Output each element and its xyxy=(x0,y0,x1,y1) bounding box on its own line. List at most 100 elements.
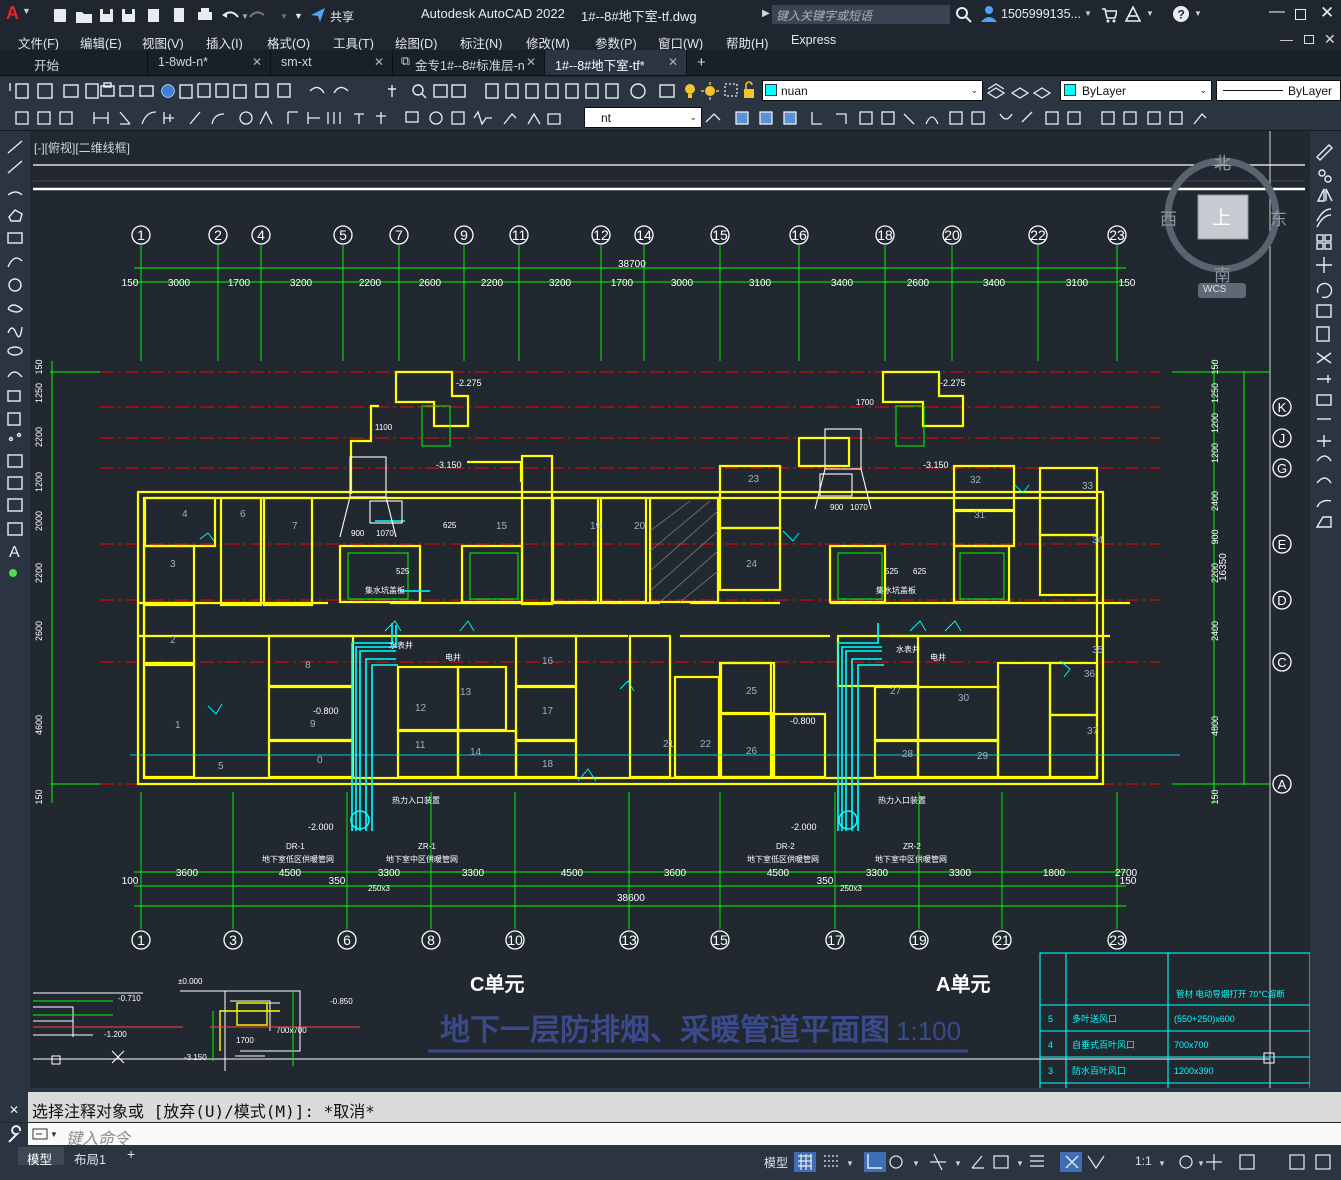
search-expand-icon[interactable]: ▶ xyxy=(762,8,770,19)
svg-text:900: 900 xyxy=(830,503,844,512)
tab-1-8wd-n[interactable]: 1-8wd-n* ✕ xyxy=(148,50,271,75)
viewcube[interactable]: 北 南 东 西 上 WCS xyxy=(1160,149,1300,299)
svg-text:8: 8 xyxy=(427,932,435,948)
autocad-logo-icon[interactable]: A xyxy=(6,3,19,24)
draw-toolbar: A xyxy=(0,131,30,1088)
doc-minimize-icon[interactable]: — xyxy=(1280,32,1293,47)
share-button[interactable]: 共享 xyxy=(330,8,354,25)
doc-close-icon[interactable]: ✕ xyxy=(1324,31,1336,48)
axis-bubble-right: G xyxy=(1272,458,1292,478)
standard-toolbar-icons[interactable] xyxy=(8,81,678,101)
share-icon[interactable] xyxy=(310,7,326,23)
command-grip[interactable]: ✕ xyxy=(0,1092,28,1122)
tab-standard-floor[interactable]: ⧉ 金专1#--8#标准层-n ✕ xyxy=(393,50,545,75)
wrench-icon[interactable] xyxy=(5,1125,27,1147)
layer-dropdown[interactable]: nuan ⌄ xyxy=(762,80,983,101)
tab-start[interactable]: 开始 xyxy=(24,50,148,75)
command-prompt-icon[interactable]: ▼ xyxy=(32,1126,62,1142)
quick-access-toolbar[interactable]: ▼ ▼ ▼ xyxy=(52,6,312,24)
dimension-text: 3400 xyxy=(983,278,1006,289)
axis-bubble-right: D xyxy=(1272,590,1292,610)
annotation-scale[interactable]: 1:1 xyxy=(1135,1154,1152,1168)
svg-text:14: 14 xyxy=(636,227,652,243)
tab-close-icon[interactable]: ✕ xyxy=(252,55,262,69)
viewcube-east[interactable]: 东 xyxy=(1270,205,1287,230)
user-name[interactable]: 1505999135... xyxy=(1001,7,1081,21)
room-number: 19 xyxy=(590,521,602,532)
drawing-canvas[interactable]: [-][俯视][二维线框] 1 2 4 5 7 9 11 12 14 15 16… xyxy=(30,131,1310,1088)
modify-toolbar-icons[interactable] xyxy=(704,108,1224,128)
tab-sm-xt[interactable]: sm-xt ✕ xyxy=(271,50,393,75)
viewcube-west[interactable]: 西 xyxy=(1160,205,1177,230)
tab-close-icon[interactable]: ✕ xyxy=(668,55,678,69)
status-toggle-icons[interactable]: ▼ ▼ ▼ ▼ ▼ ▼ xyxy=(794,1152,1339,1174)
modify-tool-icons[interactable] xyxy=(1314,143,1336,533)
tab-close-icon[interactable]: ✕ xyxy=(374,55,384,69)
app-menu-arrow-icon[interactable]: ▼ xyxy=(22,6,31,16)
search-box[interactable]: 键入关键字或短语 xyxy=(772,5,950,24)
tab-label: sm-xt xyxy=(281,55,312,69)
svg-text:1070: 1070 xyxy=(376,529,394,538)
viewcube-north[interactable]: 北 xyxy=(1214,149,1231,174)
tab-basement[interactable]: 1#--8#地下室-tf* ✕ xyxy=(545,50,687,75)
add-layout-icon[interactable]: + xyxy=(127,1146,135,1162)
unit-a-label: A单元 xyxy=(936,972,990,996)
text-style-dropdown[interactable]: nt ⌄ xyxy=(584,107,702,128)
svg-text:11: 11 xyxy=(512,227,527,243)
linetype-dropdown[interactable]: ByLayer xyxy=(1216,80,1341,101)
dimension-text: 2200 xyxy=(359,278,382,289)
text-style-value: nt xyxy=(601,111,612,125)
command-settings-grip[interactable] xyxy=(0,1123,28,1145)
svg-text:热力入口装置: 热力入口装置 xyxy=(878,795,926,805)
axis-bubble-right: E xyxy=(1272,534,1292,554)
autodesk-app-icon[interactable] xyxy=(1124,6,1142,24)
color-dropdown[interactable]: ByLayer ⌄ xyxy=(1060,80,1212,101)
search-icon[interactable] xyxy=(955,6,973,24)
minimize-icon[interactable]: — xyxy=(1269,3,1285,21)
title-bar: A ▼ ▼ ▼ ▼ 共享 Autodesk AutoCAD 2022 1#--8… xyxy=(0,0,1341,30)
doc-restore-icon[interactable] xyxy=(1304,35,1314,44)
command-input[interactable]: ▼ 键入命令 xyxy=(0,1123,1341,1148)
right-total-dimension: 16350 xyxy=(1218,553,1229,581)
close-icon[interactable]: ✕ xyxy=(1320,3,1334,23)
wcs-button[interactable]: WCS xyxy=(1198,283,1246,298)
room-number: 18 xyxy=(542,759,554,770)
drawing-title: 地下一层防排烟、采暖管道平面图 xyxy=(440,1014,890,1047)
dimension-text: 350 xyxy=(817,876,834,887)
status-bar: 模型 布局1 + 模型 ▼ ▼ ▼ ▼ ▼ ▼ 1:1 xyxy=(0,1145,1341,1180)
help-icon[interactable]: ? xyxy=(1172,5,1190,23)
legend-row-name: 自垂式百叶风口 xyxy=(1072,1039,1135,1050)
new-tab-icon[interactable]: + xyxy=(697,54,706,71)
svg-text:625: 625 xyxy=(913,567,927,576)
dimension-text: 900 xyxy=(1210,529,1220,544)
viewcube-top-face[interactable]: 上 xyxy=(1212,203,1231,230)
svg-text:G: G xyxy=(1277,461,1287,476)
cart-icon[interactable] xyxy=(1101,7,1117,23)
dimension-text: 2000 xyxy=(34,511,44,531)
search-placeholder: 键入关键字或短语 xyxy=(776,9,873,23)
svg-text:7: 7 xyxy=(395,227,403,243)
draw-tool-icons[interactable]: A xyxy=(5,137,27,587)
tab-label: 金专1#--8#标准层-n xyxy=(415,59,525,73)
layer-tool-icons[interactable] xyxy=(986,81,1056,101)
room-number: 2 xyxy=(170,635,176,646)
app-dropdown-icon[interactable]: ▼ xyxy=(1146,9,1154,18)
maximize-icon[interactable] xyxy=(1295,9,1306,20)
tab-model[interactable]: 模型 xyxy=(18,1147,64,1167)
tab-close-icon[interactable]: ✕ xyxy=(526,55,536,69)
menu-express[interactable]: Express xyxy=(791,33,836,47)
user-icon[interactable] xyxy=(980,5,998,23)
user-dropdown-icon[interactable]: ▼ xyxy=(1084,9,1092,18)
layer-state-icons[interactable] xyxy=(682,81,762,101)
dimension-text: 150 xyxy=(1210,789,1220,804)
room-number: 30 xyxy=(958,693,970,704)
help-dropdown-icon[interactable]: ▼ xyxy=(1194,9,1202,18)
tab-layout1[interactable]: 布局1 xyxy=(66,1147,122,1167)
room-number: 16 xyxy=(542,656,554,667)
level-mark: -0.800 xyxy=(313,706,339,716)
dimension-toolbar-icons[interactable] xyxy=(8,108,583,128)
svg-text:▼: ▼ xyxy=(294,11,303,21)
model-space-button[interactable]: 模型 xyxy=(764,1154,788,1171)
close-icon[interactable]: ✕ xyxy=(9,1103,19,1117)
svg-text:集水坑盖板: 集水坑盖板 xyxy=(876,585,916,595)
